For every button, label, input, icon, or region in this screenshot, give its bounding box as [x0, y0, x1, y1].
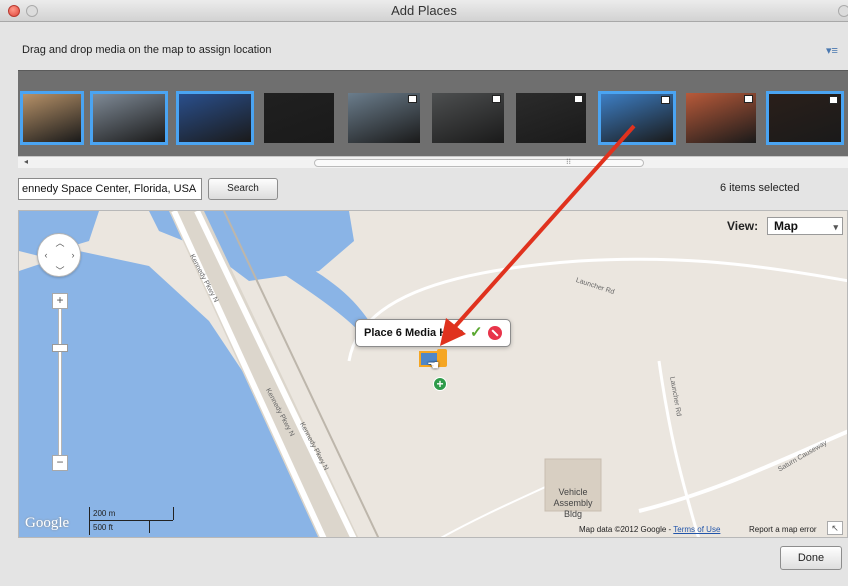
video-badge-icon: [829, 96, 838, 104]
zoom-out-button[interactable]: −: [52, 455, 68, 471]
map-scale-bar: 200 m 500 ft: [89, 507, 177, 535]
thumbnail-image: [23, 94, 81, 142]
done-button[interactable]: Done: [780, 546, 842, 570]
scroll-grip-icon: ⁝⁝: [566, 157, 572, 166]
filmstrip-thumbnail[interactable]: [346, 91, 422, 145]
scale-metric-label: 200 m: [93, 509, 116, 518]
items-selected-count: 6 items selected: [720, 182, 800, 194]
place-media-popup: Place 6 Media Here ✓: [355, 319, 511, 347]
attribution-text: Map data ©2012 Google -: [579, 525, 674, 534]
filmstrip-thumbnail[interactable]: [514, 91, 588, 145]
video-badge-icon: [408, 95, 417, 103]
scroll-left-arrow-icon[interactable]: ◂: [24, 157, 28, 166]
view-label: View:: [727, 219, 759, 233]
instruction-text: Drag and drop media on the map to assign…: [22, 44, 272, 56]
filmstrip-scrollbar[interactable]: ◂ ⁝⁝: [18, 156, 848, 168]
search-button[interactable]: Search: [208, 178, 278, 200]
launcher-road-east: [657, 360, 700, 537]
zoom-in-button[interactable]: +: [52, 293, 68, 309]
map-pan-control[interactable]: ︿ ﹀ ‹ ›: [37, 233, 81, 277]
scale-imperial-label: 500 ft: [93, 523, 114, 532]
view-select-value: Map: [774, 219, 798, 233]
pan-up-icon[interactable]: ︿: [55, 236, 65, 249]
zoom-window-button[interactable]: [838, 5, 848, 17]
map-view[interactable]: Kennedy Pkwy N Kennedy Pkwy N Kennedy Pk…: [18, 210, 848, 538]
window-title: Add Places: [391, 3, 457, 18]
filmstrip-thumbnail[interactable]: [598, 91, 676, 145]
chevron-down-icon: ▾: [833, 222, 838, 232]
checkmark-icon[interactable]: ✓: [470, 323, 483, 341]
expand-icon[interactable]: ↖: [827, 521, 843, 535]
panel-menu-icon[interactable]: ▾≡: [826, 44, 838, 57]
video-badge-icon: [744, 95, 753, 103]
map-canvas: [19, 211, 847, 537]
filmstrip-thumbnail[interactable]: [90, 91, 168, 145]
map-attribution: Map data ©2012 Google - Terms of Use: [579, 525, 720, 534]
place-media-text: Place 6 Media Here: [364, 327, 464, 339]
filmstrip-thumbnail[interactable]: [766, 91, 844, 145]
filmstrip-thumbnail[interactable]: [20, 91, 84, 145]
filmstrip-thumbnail[interactable]: [684, 91, 758, 145]
scrollbar-thumb[interactable]: [314, 159, 644, 167]
thumbnail-image: [264, 93, 334, 143]
filmstrip-thumbnail[interactable]: [176, 91, 254, 145]
location-search-input[interactable]: [18, 178, 202, 200]
building-label: Vehicle Assembly Bldg: [553, 487, 593, 519]
pan-right-icon[interactable]: ›: [68, 250, 78, 260]
view-select[interactable]: Map ▾: [767, 217, 843, 235]
video-badge-icon: [492, 95, 501, 103]
zoom-slider-track[interactable]: [58, 301, 62, 463]
cancel-icon[interactable]: [488, 326, 502, 340]
media-filmstrip: ◂ ⁝⁝: [18, 70, 848, 168]
pan-down-icon[interactable]: ﹀: [55, 264, 65, 277]
video-badge-icon: [661, 96, 670, 104]
filmstrip-thumbnail[interactable]: [262, 91, 336, 145]
thumbnail-image: [179, 94, 251, 142]
google-logo: Google: [25, 515, 70, 531]
report-map-error-link[interactable]: Report a map error: [749, 525, 817, 534]
hand-cursor-icon: ☚: [427, 357, 440, 373]
video-badge-icon: [574, 95, 583, 103]
thumbnail-image: [93, 94, 165, 142]
terms-of-use-link[interactable]: Terms of Use: [673, 525, 720, 534]
pan-left-icon[interactable]: ‹: [41, 250, 51, 260]
zoom-slider-handle[interactable]: [52, 344, 68, 352]
title-bar: Add Places: [0, 0, 848, 22]
add-icon: +: [433, 377, 447, 391]
filmstrip-thumbnail[interactable]: [430, 91, 506, 145]
